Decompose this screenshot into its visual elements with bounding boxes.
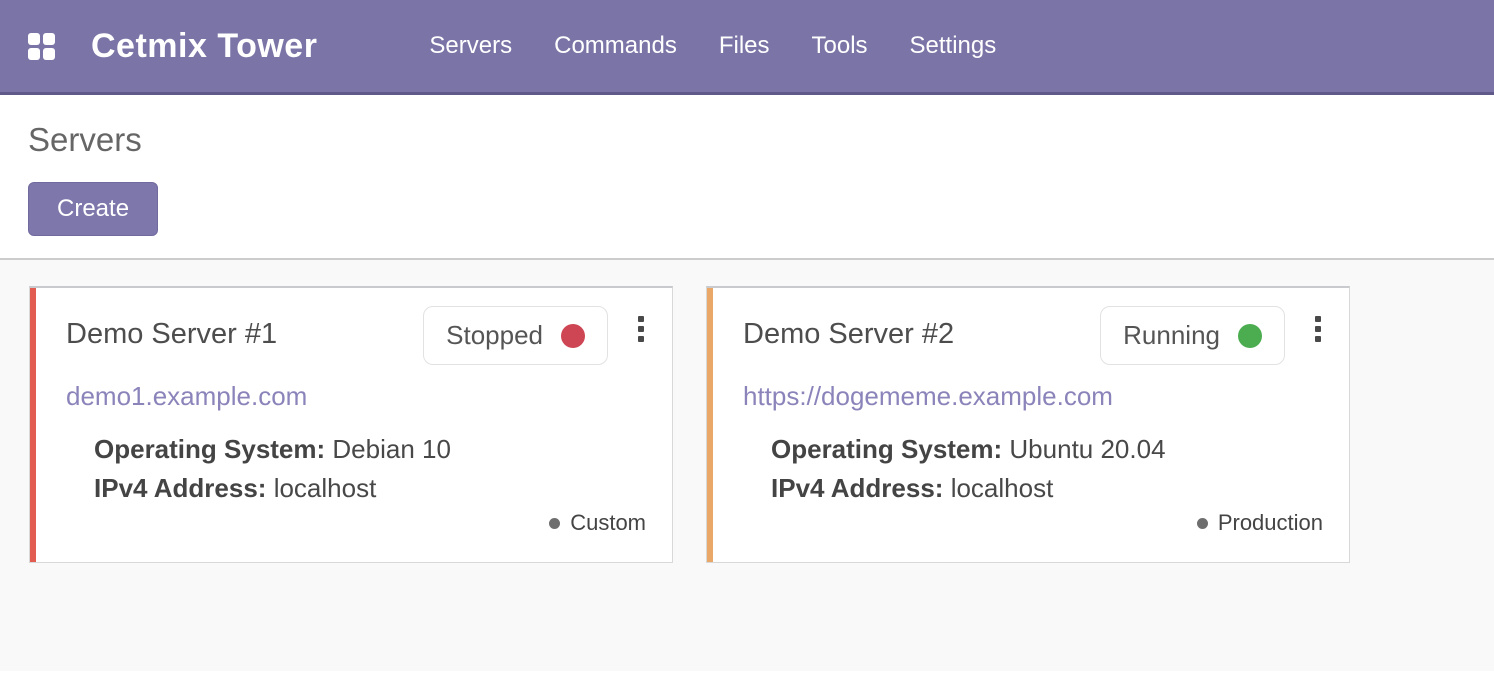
os-value: Ubuntu 20.04 bbox=[1009, 434, 1165, 464]
server-status-button[interactable]: Running bbox=[1100, 306, 1285, 365]
server-title: Demo Server #2 bbox=[743, 318, 1100, 351]
ip-label: IPv4 Address: bbox=[94, 473, 266, 503]
kanban-content: Demo Server #1 Stopped demo1.example.com… bbox=[0, 260, 1494, 671]
server-properties: Operating System: Ubuntu 20.04 IPv4 Addr… bbox=[771, 430, 1323, 508]
os-line: Operating System: Debian 10 bbox=[94, 430, 646, 469]
menu-item-servers[interactable]: Servers bbox=[429, 32, 512, 60]
os-line: Operating System: Ubuntu 20.04 bbox=[771, 430, 1323, 469]
app-brand[interactable]: Cetmix Tower bbox=[91, 27, 317, 66]
menu-item-commands[interactable]: Commands bbox=[554, 32, 677, 60]
server-url-link[interactable]: demo1.example.com bbox=[66, 381, 307, 412]
kebab-menu-icon[interactable] bbox=[1313, 314, 1323, 344]
card-color-stripe bbox=[707, 288, 713, 562]
os-label: Operating System: bbox=[94, 434, 325, 464]
main-menu: Servers Commands Files Tools Settings bbox=[429, 32, 996, 60]
ip-label: IPv4 Address: bbox=[771, 473, 943, 503]
status-dot-icon bbox=[561, 324, 585, 348]
ip-line: IPv4 Address: localhost bbox=[94, 469, 646, 508]
server-status-button[interactable]: Stopped bbox=[423, 306, 608, 365]
server-card-demo-2[interactable]: Demo Server #2 Running https://dogememe.… bbox=[706, 286, 1350, 563]
page-title: Servers bbox=[28, 121, 1466, 159]
os-label: Operating System: bbox=[771, 434, 1002, 464]
card-color-stripe bbox=[30, 288, 36, 562]
menu-item-files[interactable]: Files bbox=[719, 32, 770, 60]
os-value: Debian 10 bbox=[332, 434, 451, 464]
server-properties: Operating System: Debian 10 IPv4 Address… bbox=[94, 430, 646, 508]
menu-item-tools[interactable]: Tools bbox=[812, 32, 868, 60]
tag-label: Custom bbox=[570, 510, 646, 536]
ip-value: localhost bbox=[274, 473, 377, 503]
kebab-menu-icon[interactable] bbox=[636, 314, 646, 344]
create-button[interactable]: Create bbox=[28, 182, 158, 236]
top-navbar: Cetmix Tower Servers Commands Files Tool… bbox=[0, 0, 1494, 95]
status-dot-icon bbox=[1238, 324, 1262, 348]
tag-label: Production bbox=[1218, 510, 1323, 536]
tag-dot-icon bbox=[1197, 518, 1208, 529]
server-tag: Production bbox=[1197, 510, 1323, 542]
status-label: Running bbox=[1123, 320, 1220, 351]
status-label: Stopped bbox=[446, 320, 543, 351]
server-card-row: Demo Server #1 Stopped demo1.example.com… bbox=[29, 286, 1494, 563]
server-url-link[interactable]: https://dogememe.example.com bbox=[743, 381, 1113, 412]
server-card-demo-1[interactable]: Demo Server #1 Stopped demo1.example.com… bbox=[29, 286, 673, 563]
server-title: Demo Server #1 bbox=[66, 318, 423, 351]
ip-value: localhost bbox=[951, 473, 1054, 503]
page-header: Servers Create bbox=[0, 95, 1494, 260]
tag-dot-icon bbox=[549, 518, 560, 529]
apps-grid-icon[interactable] bbox=[28, 33, 55, 60]
menu-item-settings[interactable]: Settings bbox=[910, 32, 997, 60]
ip-line: IPv4 Address: localhost bbox=[771, 469, 1323, 508]
server-tag: Custom bbox=[549, 510, 646, 542]
